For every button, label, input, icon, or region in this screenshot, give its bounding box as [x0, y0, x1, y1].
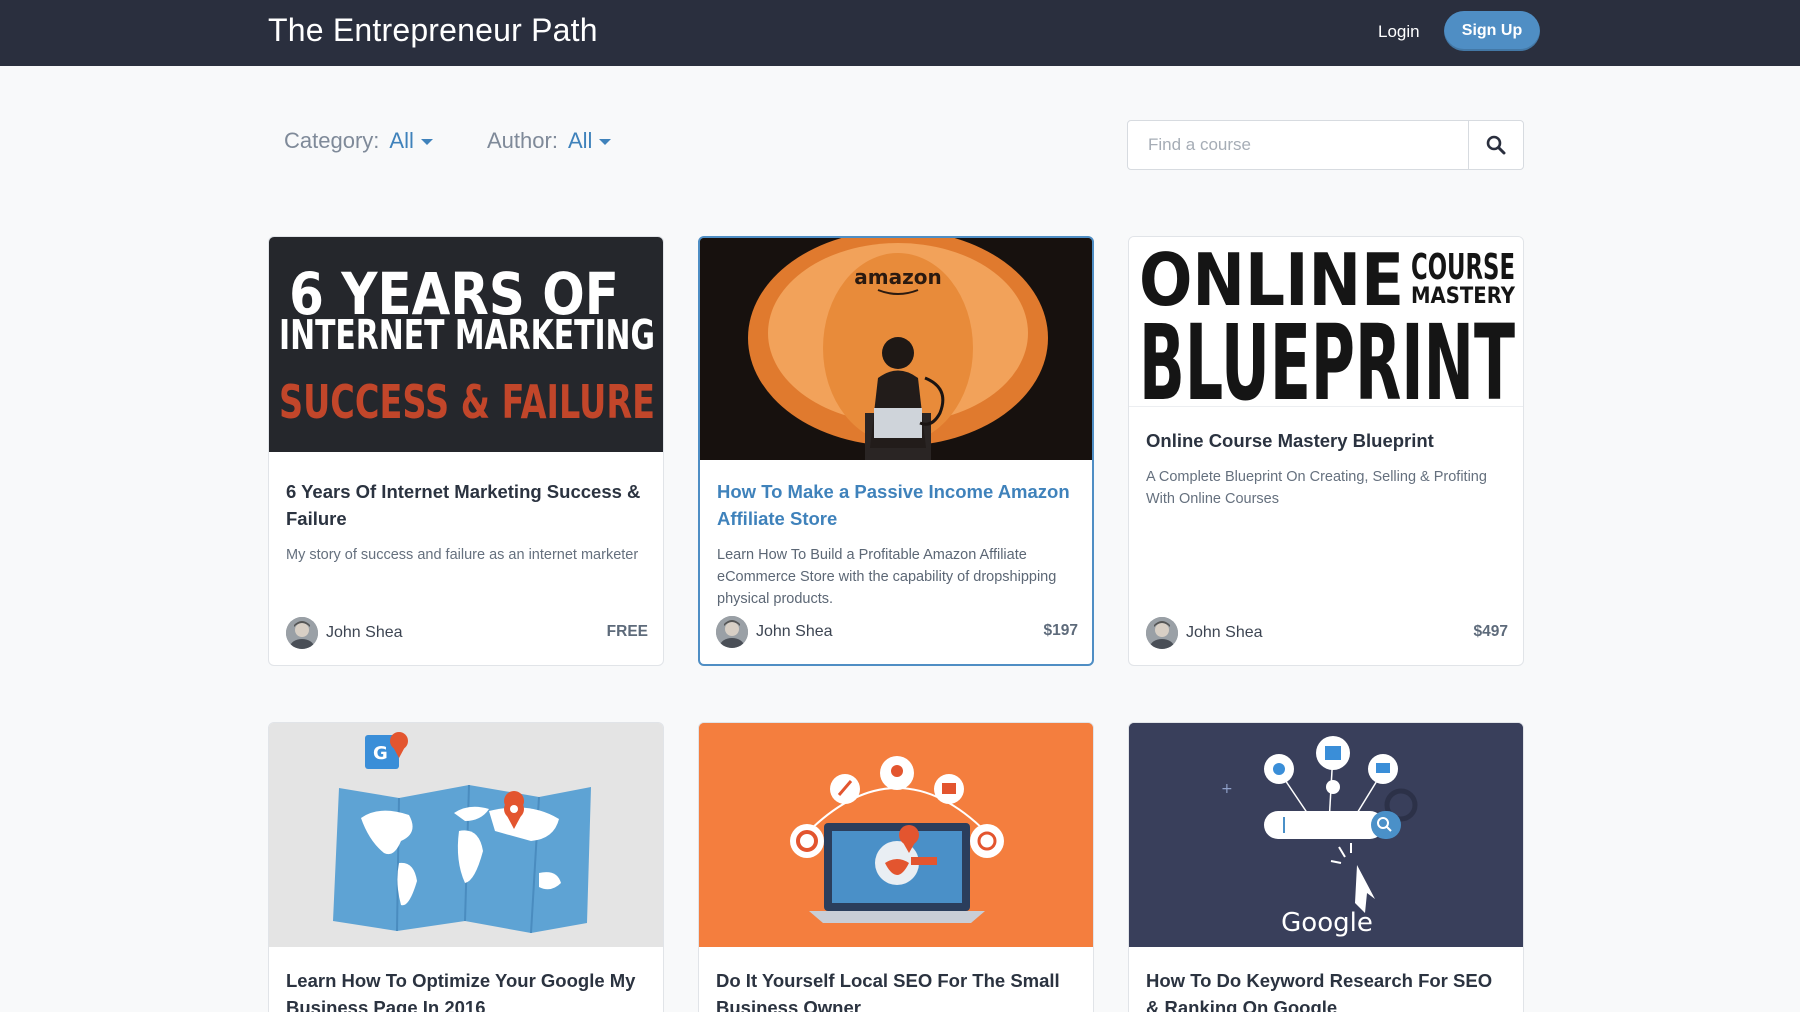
avatar: [716, 616, 748, 648]
author-filter-label: Author:: [487, 128, 558, 153]
amazon-logo: amazon: [854, 265, 941, 289]
login-link[interactable]: Login: [1378, 22, 1420, 42]
course-price: $197: [1043, 622, 1078, 639]
google-logo: Google: [1281, 908, 1373, 938]
search-icon: [1486, 135, 1506, 155]
search-button[interactable]: [1468, 121, 1523, 169]
course-title[interactable]: 6 Years Of Internet Marketing Success & …: [286, 478, 646, 532]
course-description: My story of success and failure as an in…: [286, 547, 639, 563]
thumb-line-2: INTERNET MARKETING: [279, 311, 655, 359]
category-filter[interactable]: Category: All: [284, 128, 433, 154]
course-description: Learn How To Build a Profitable Amazon A…: [717, 547, 1057, 607]
author-name: John Shea: [1186, 624, 1263, 641]
avatar: [286, 617, 318, 649]
category-filter-value[interactable]: All: [389, 128, 413, 154]
signup-button[interactable]: Sign Up: [1444, 11, 1540, 51]
course-title[interactable]: Online Course Mastery Blueprint: [1146, 427, 1506, 454]
course-thumbnail: 6 YEARS OF INTERNET MARKETING SUCCESS & …: [269, 237, 663, 452]
course-price: FREE: [606, 623, 648, 640]
course-author: John Shea: [1146, 617, 1263, 649]
course-author: John Shea: [286, 617, 403, 649]
course-title[interactable]: How To Do Keyword Research For SEO & Ran…: [1146, 967, 1506, 1012]
author-filter[interactable]: Author: All: [487, 128, 612, 154]
course-card[interactable]: Do It Yourself Local SEO For The Small B…: [698, 722, 1094, 1012]
top-navbar: The Entrepreneur Path Login Sign Up: [0, 0, 1800, 66]
course-price: $497: [1473, 623, 1508, 640]
author-name: John Shea: [756, 623, 833, 640]
course-author: John Shea: [716, 616, 833, 648]
thumb-word-course: COURSE: [1411, 247, 1515, 288]
svg-text:+: +: [1221, 781, 1233, 797]
thumb-line-3: SUCCESS & FAILURE: [279, 375, 655, 429]
course-title[interactable]: How To Make a Passive Income Amazon Affi…: [717, 478, 1075, 532]
course-search: [1127, 120, 1524, 170]
course-thumbnail: ONLINE COURSE MASTERY BLUEPRINT: [1129, 237, 1523, 407]
course-title[interactable]: Do It Yourself Local SEO For The Small B…: [716, 967, 1076, 1012]
author-filter-value[interactable]: All: [568, 128, 592, 154]
course-card[interactable]: G Learn How To Optimize Your Google My B…: [268, 722, 664, 1012]
author-name: John Shea: [326, 624, 403, 641]
site-brand[interactable]: The Entrepreneur Path: [268, 12, 598, 49]
svg-text:G: G: [373, 743, 388, 764]
course-card[interactable]: 6 YEARS OF INTERNET MARKETING SUCCESS & …: [268, 236, 664, 666]
category-filter-label: Category:: [284, 128, 380, 153]
course-description: A Complete Blueprint On Creating, Sellin…: [1146, 469, 1487, 507]
thumb-word-blueprint: BLUEPRINT: [1139, 302, 1515, 407]
caret-down-icon: [420, 139, 433, 145]
course-thumbnail: + Google: [1129, 723, 1523, 947]
course-thumbnail: amazon: [700, 238, 1092, 460]
course-card[interactable]: amazon How To Make a Passive Income Amaz…: [698, 236, 1094, 666]
course-title[interactable]: Learn How To Optimize Your Google My Bus…: [286, 967, 646, 1012]
search-input[interactable]: [1128, 121, 1468, 169]
caret-down-icon: [599, 139, 612, 145]
course-thumbnail: G: [269, 723, 663, 947]
avatar: [1146, 617, 1178, 649]
course-thumbnail: [699, 723, 1093, 947]
course-card[interactable]: ONLINE COURSE MASTERY BLUEPRINT Online C…: [1128, 236, 1524, 666]
course-card[interactable]: + Google How To Do Keyword Research For …: [1128, 722, 1524, 1012]
